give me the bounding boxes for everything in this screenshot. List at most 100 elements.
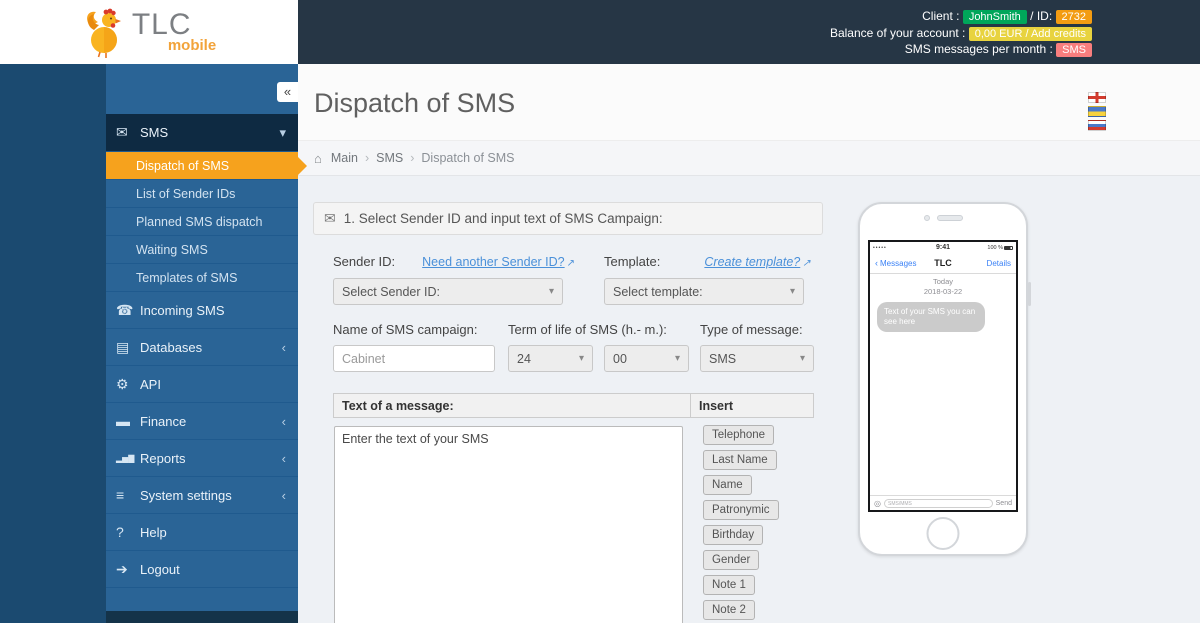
- chevron-left-icon: ‹: [281, 413, 286, 429]
- campaign-column: Name of SMS campaign:: [333, 322, 508, 372]
- balance-row: Balance of your account : 0,00 EUR / Add…: [830, 25, 1092, 42]
- sidebar-subitem-label: List of Sender IDs: [136, 186, 236, 201]
- insert-name-button[interactable]: Name: [703, 475, 752, 495]
- brand-text: TLC mobile: [131, 8, 217, 55]
- client-label: Client :: [922, 9, 960, 23]
- sender-id-select[interactable]: Select Sender ID: ▾: [333, 278, 563, 305]
- sidebar-footer-strip: [106, 611, 298, 623]
- logout-icon: ➔: [116, 560, 128, 577]
- insert-note2-button[interactable]: Note 2: [703, 600, 755, 620]
- campaign-name-input[interactable]: [333, 345, 495, 372]
- chevron-left-icon: ‹: [281, 487, 286, 503]
- sidebar-subitem-list-of-sender-ids[interactable]: List of Sender IDs: [106, 180, 298, 208]
- phone-time: 9:41: [935, 244, 951, 251]
- sidebar-item-label: Incoming SMS: [140, 302, 225, 318]
- balance-add-credits-badge[interactable]: 0,00 EUR / Add credits: [968, 26, 1092, 41]
- message-text-input[interactable]: [334, 426, 683, 623]
- id-separator: /: [1030, 9, 1034, 23]
- sidebar-item-system-settings[interactable]: ≡ System settings ‹: [106, 477, 298, 514]
- message-table: Text of a message: Insert Telephone Last…: [333, 393, 823, 623]
- campaign-name-label: Name of SMS campaign:: [333, 322, 478, 337]
- sidebar-item-logout[interactable]: ➔ Logout: [106, 551, 298, 588]
- breadcrumb-main[interactable]: Main: [331, 151, 358, 165]
- phone-status-bar: ••••• 9:41 100 %: [870, 242, 1016, 253]
- insert-telephone-button[interactable]: Telephone: [703, 425, 775, 445]
- language-switcher: [1088, 92, 1106, 131]
- template-label: Template:: [604, 254, 661, 269]
- sms-month-badge: SMS: [1056, 43, 1092, 57]
- client-name-badge: JohnSmith: [962, 10, 1027, 24]
- message-type-select[interactable]: SMS ▾: [700, 345, 814, 372]
- sidebar-item-databases[interactable]: ▤ Databases ‹: [106, 329, 298, 366]
- sidebar-subitem-waiting-sms[interactable]: Waiting SMS: [106, 236, 298, 264]
- breadcrumb: ⌂ Main › SMS › Dispatch of SMS: [298, 140, 1200, 176]
- sender-column: Sender ID: Need another Sender ID? ↗ Sele…: [333, 254, 604, 305]
- term-minutes-select[interactable]: 00 ▾: [604, 345, 689, 372]
- insert-note1-button[interactable]: Note 1: [703, 575, 755, 595]
- sidebar-item-incoming-sms[interactable]: ☎ Incoming SMS: [106, 292, 298, 329]
- sidebar-item-label: API: [140, 376, 161, 392]
- sidebar-item-sms[interactable]: ✉ SMS ▾: [106, 114, 298, 152]
- sidebar-item-label: Help: [140, 524, 167, 540]
- envelope-icon: ✉: [324, 210, 336, 226]
- insert-patronymic-button[interactable]: Patronymic: [703, 500, 779, 520]
- insert-last-name-button[interactable]: Last Name: [703, 450, 777, 470]
- brand-mobile: mobile: [167, 37, 217, 54]
- insert-gender-button[interactable]: Gender: [703, 550, 760, 570]
- type-of-message-label: Type of message:: [700, 322, 803, 337]
- home-icon: ⌂: [314, 150, 322, 166]
- flag-english-icon[interactable]: [1088, 92, 1106, 103]
- template-select[interactable]: Select template: ▾: [604, 278, 804, 305]
- phone-icon: ☎: [116, 301, 134, 318]
- sidebar-item-help[interactable]: ? Help: [106, 514, 298, 551]
- template-column: Template: Create template? ↗ Select templ…: [604, 254, 811, 305]
- link-text: Create template?: [704, 255, 801, 269]
- phone-contact-name: TLC: [934, 258, 952, 268]
- phone-preview: ••••• 9:41 100 % ‹ Messages TLC Details T…: [858, 202, 1031, 556]
- sidebar-item-reports[interactable]: ▂▅▇ Reports ‹: [106, 440, 298, 477]
- sidebar-item-label: SMS: [140, 125, 169, 140]
- insert-header: Insert: [691, 393, 814, 418]
- brand-logo[interactable]: TLC mobile: [0, 0, 298, 64]
- chevron-down-icon: ▾: [578, 353, 584, 364]
- date-line2: 2018-03-22: [923, 286, 963, 296]
- sms-month-label: SMS messages per month :: [904, 42, 1053, 56]
- external-link-icon: ↗: [566, 258, 576, 269]
- flag-ukrainian-icon[interactable]: [1088, 106, 1106, 117]
- signal-bars-icon: •••••: [873, 244, 887, 251]
- phone-message-input: SMS/MMS: [883, 498, 993, 508]
- term-of-life-label: Term of life of SMS (h.- m.):: [508, 322, 667, 337]
- breadcrumb-sms[interactable]: SMS: [376, 151, 403, 165]
- need-another-sender-id-link[interactable]: Need another Sender ID? ↗: [422, 255, 575, 269]
- gear-icon: ⚙: [116, 375, 129, 392]
- term-hours-select[interactable]: 24 ▾: [508, 345, 593, 372]
- breadcrumb-separator: ›: [410, 151, 415, 165]
- chevron-down-icon: ▾: [674, 353, 680, 364]
- back-label: Messages: [880, 259, 917, 268]
- create-template-link[interactable]: Create template? ↗: [704, 255, 810, 269]
- term-minutes-value: 00: [613, 351, 627, 366]
- phone-send-button: Send: [995, 499, 1012, 507]
- sidebar-subitem-dispatch-of-sms[interactable]: Dispatch of SMS: [106, 152, 307, 180]
- sidebar-collapse-button[interactable]: «: [277, 82, 298, 102]
- phone-battery: 100 %: [987, 245, 1013, 251]
- client-row: Client : JohnSmith / ID: 2732: [830, 8, 1092, 25]
- sidebar-subitem-templates-of-sms[interactable]: Templates of SMS: [106, 264, 298, 292]
- insert-birthday-button[interactable]: Birthday: [703, 525, 764, 545]
- sidebar-item-finance[interactable]: ▬ Finance ‹: [106, 403, 298, 440]
- messages-back-link: ‹ Messages: [875, 258, 916, 268]
- chevron-down-icon: ▾: [799, 353, 805, 364]
- phone-home-button: [926, 517, 960, 550]
- phone-date-stamp: Today 2018-03-22: [870, 277, 1016, 297]
- breadcrumb-separator: ›: [364, 151, 370, 165]
- sidebar-subitem-planned-sms-dispatch[interactable]: Planned SMS dispatch: [106, 208, 298, 236]
- template-select-value: Select template:: [613, 284, 703, 299]
- sidebar-item-api[interactable]: ⚙ API: [106, 366, 298, 403]
- sidebar-subitem-label: Dispatch of SMS: [136, 158, 230, 173]
- external-link-icon: ↗: [802, 258, 811, 269]
- campaign-term-type-row: Name of SMS campaign: Term of life of SM…: [333, 322, 823, 372]
- flag-russian-icon[interactable]: [1088, 120, 1106, 131]
- brand-tlc: TLC: [131, 8, 192, 41]
- chevron-left-icon: ‹: [281, 339, 286, 355]
- app-root: TLC mobile Client : JohnSmith / ID: 2732…: [0, 0, 1200, 623]
